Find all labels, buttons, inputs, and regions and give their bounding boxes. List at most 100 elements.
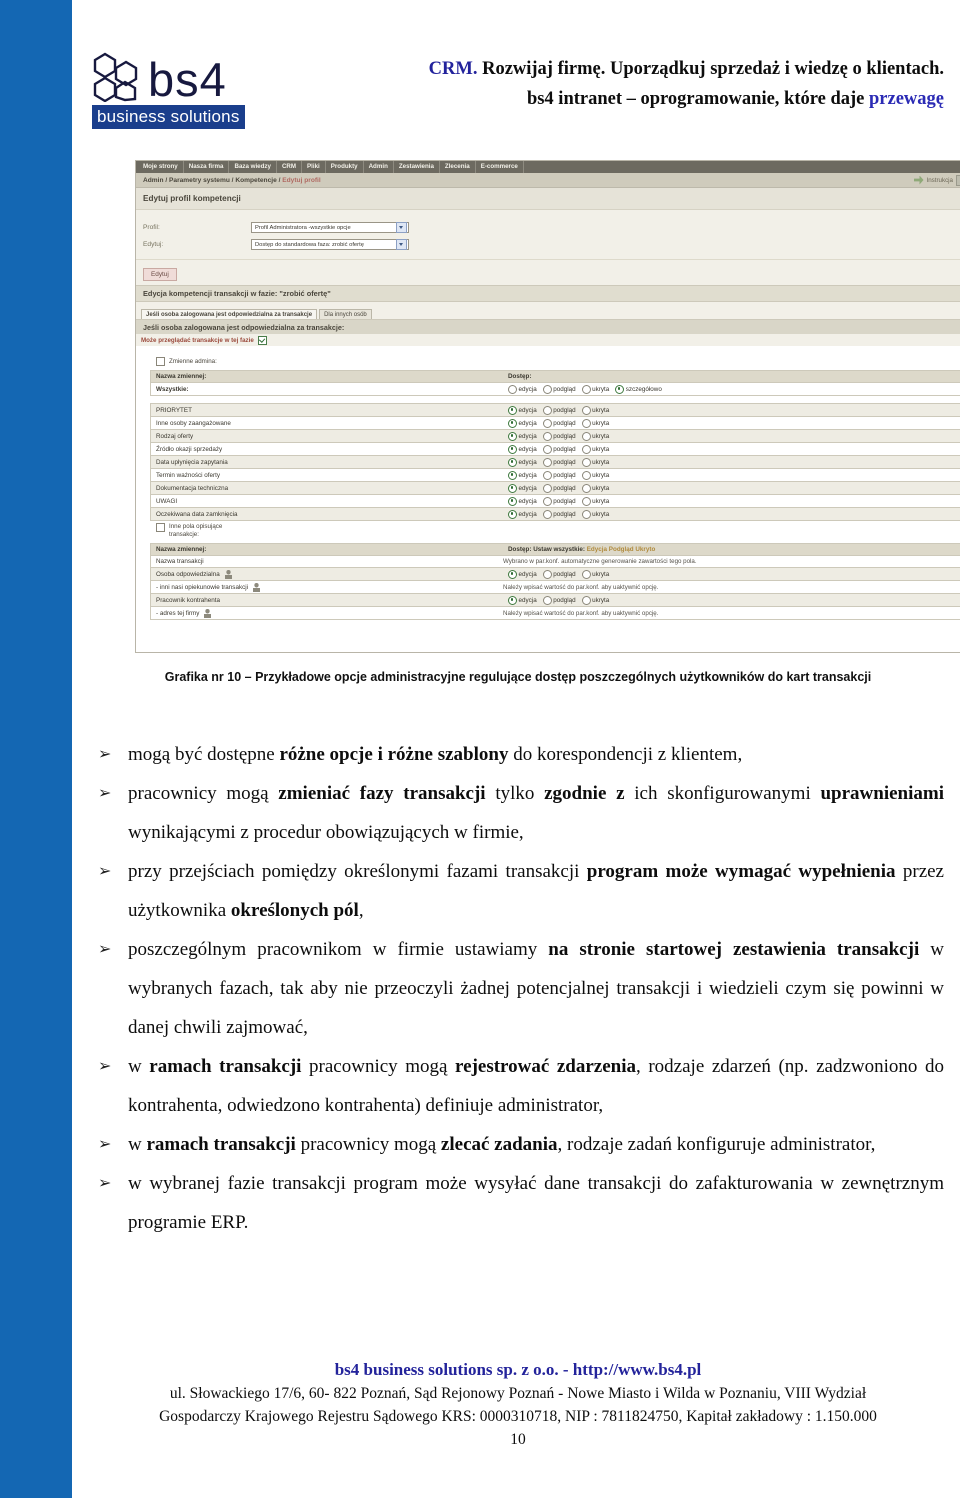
nav-item-crm[interactable]: CRM: [277, 161, 303, 173]
radio-label-podglad: podgląd: [553, 432, 576, 440]
radio-label-podglad: podgląd: [553, 419, 576, 427]
radio-label-podglad: podgląd: [553, 484, 576, 492]
radio-ukryta[interactable]: [581, 405, 591, 415]
seg: , rodzaje zadań konfiguruje administrato…: [557, 1134, 876, 1155]
radio-label-ukryta: ukryta: [592, 497, 610, 505]
nav-item-produkty[interactable]: Produkty: [326, 161, 364, 173]
hexagon-logo-icon: [93, 52, 138, 102]
radio-ukryta[interactable]: [581, 496, 591, 506]
radio-edycja[interactable]: [508, 496, 517, 506]
radio-ukryta[interactable]: [581, 470, 591, 480]
other-fields-checkbox[interactable]: [156, 523, 165, 532]
bullet-text: mogą być dostępne różne opcje i różne sz…: [128, 735, 944, 774]
col-header-access: Dostęp: Ustaw wszystkie: Edycja Podgląd …: [503, 545, 960, 555]
edit-select[interactable]: Dostęp do standardowa faza: zrobić ofert…: [251, 239, 409, 250]
bullet-marker-icon: ➢: [98, 941, 112, 958]
nav-item-admin[interactable]: Admin: [364, 161, 394, 173]
radio-label-ukryta: ukryta: [592, 471, 610, 479]
radio-podglad[interactable]: [542, 470, 552, 480]
radio-podglad[interactable]: [542, 496, 552, 506]
set-all-links[interactable]: Edycja Podgląd Ukryto: [587, 546, 656, 553]
table-row: Nazwa transakcji Wybrano w par.konf. aut…: [151, 556, 960, 568]
app-viewport: Moje strony Nasza firma Baza wiedzy CRM …: [136, 161, 960, 652]
radio-edycja[interactable]: [508, 418, 517, 428]
radio-podglad[interactable]: [542, 418, 552, 428]
nav-item-e-commerce[interactable]: E-commerce: [476, 161, 524, 173]
nav-item-baza-wiedzy[interactable]: Baza wiedzy: [229, 161, 277, 173]
table-row: Pracownik kontrahenta edycja podgląd ukr…: [151, 594, 960, 607]
app-main-navigation[interactable]: Moje strony Nasza firma Baza wiedzy CRM …: [136, 161, 960, 173]
tab-responsible-person[interactable]: Jeśli osoba zalogowana jest odpowiedzial…: [141, 309, 318, 319]
radio-podglad[interactable]: [542, 405, 552, 415]
radio-ukryta[interactable]: [581, 595, 591, 605]
help-area[interactable]: Instrukcja: [913, 174, 960, 186]
profile-select[interactable]: Profil Administratora -wszystkie opcje: [251, 222, 409, 233]
seg: przy przejściach pomiędzy określonymi fa…: [128, 861, 587, 882]
nav-item-nasza-firma[interactable]: Nasza firma: [184, 161, 230, 173]
radio-szczegolowo[interactable]: [615, 384, 625, 394]
radio-ukryta[interactable]: [581, 483, 591, 493]
seg-bold: uprawnieniami: [820, 783, 944, 804]
nav-item-zlecenia[interactable]: Zlecenia: [440, 161, 476, 173]
variable-access: edycja podgląd ukryta: [503, 594, 960, 606]
radio-podglad[interactable]: [542, 483, 552, 493]
radio-edycja[interactable]: [508, 405, 517, 415]
radio-podglad[interactable]: [542, 509, 552, 519]
radio-podglad[interactable]: [542, 431, 552, 441]
print-icon[interactable]: [956, 174, 960, 186]
list-item: ➢ pracownicy mogą zmieniać fazy transakc…: [92, 774, 944, 852]
radio-ukryta[interactable]: [581, 431, 591, 441]
radio-podglad[interactable]: [542, 569, 552, 579]
variable-name: Dokumentacja techniczna: [156, 484, 229, 492]
instrukcja-link[interactable]: Instrukcja: [927, 177, 953, 184]
radio-podglad[interactable]: [542, 444, 552, 454]
radio-label-edycja: edycja: [518, 510, 537, 518]
radio-label-ukryta: ukryta: [592, 484, 610, 492]
tab-other-persons[interactable]: Dla innych osób: [319, 309, 372, 319]
radio-ukryta[interactable]: [581, 384, 591, 394]
variable-name: - inni nasi opiekunowie transakcji: [156, 583, 249, 591]
radio-label-edycja: edycja: [518, 570, 537, 578]
radio-podglad[interactable]: [542, 595, 552, 605]
chevron-down-icon[interactable]: [396, 222, 407, 233]
nav-item-pliki[interactable]: Pliki: [302, 161, 326, 173]
radio-edycja[interactable]: [508, 470, 517, 480]
radio-edycja[interactable]: [508, 457, 517, 467]
page-number: 10: [510, 1431, 526, 1448]
profile-row: Profil: Profil Administratora -wszystkie…: [136, 219, 960, 236]
radio-podglad[interactable]: [542, 384, 552, 394]
radio-edycja[interactable]: [508, 483, 517, 493]
variable-access: edycja podgląd ukryta: [503, 443, 960, 455]
radio-ukryta[interactable]: [581, 418, 591, 428]
breadcrumb[interactable]: Admin / Parametry systemu / Kompetencje …: [143, 177, 321, 184]
chevron-down-icon[interactable]: [396, 239, 407, 250]
radio-ukryta[interactable]: [581, 457, 591, 467]
radio-edycja[interactable]: [508, 509, 517, 519]
radio-podglad[interactable]: [542, 457, 552, 467]
admin-vars-label: Zmienne admina:: [169, 358, 217, 365]
breadcrumb-current: Edytuj profil: [282, 176, 321, 184]
breadcrumb-path[interactable]: Admin / Parametry systemu / Kompetencje …: [143, 177, 282, 184]
radio-edycja[interactable]: [508, 569, 517, 579]
section-header: Edycja kompetencji transakcji w fazie: "…: [136, 285, 960, 302]
admin-vars-checkbox[interactable]: [156, 357, 165, 366]
can-view-checkbox[interactable]: [257, 335, 267, 345]
radio-label-edycja: edycja: [518, 406, 537, 414]
radio-edycja[interactable]: [508, 431, 517, 441]
radio-edycja[interactable]: [508, 444, 517, 454]
radio-edycja[interactable]: [508, 595, 517, 605]
bullet-text: przy przejściach pomiędzy określonymi fa…: [128, 852, 944, 930]
radio-edycja[interactable]: [508, 384, 517, 394]
seg-bold: rejestrować zdarzenia: [455, 1056, 637, 1077]
nav-item-zestawienia[interactable]: Zestawienia: [394, 161, 440, 173]
variable-access: edycja podgląd ukryta: [503, 430, 960, 442]
radio-ukryta[interactable]: [581, 569, 591, 579]
radio-label-ukryta: ukryta: [592, 406, 610, 414]
edytuj-button[interactable]: Edytuj: [143, 268, 177, 281]
radio-ukryta[interactable]: [581, 444, 591, 454]
radio-ukryta[interactable]: [581, 509, 591, 519]
seg-bold: program może wymagać wypełnienia: [586, 861, 896, 882]
footer-company-line: bs4 business solutions sp. z o.o. - http…: [334, 1360, 702, 1379]
nav-item-moje-strony[interactable]: Moje strony: [138, 161, 184, 173]
app-page-title: Edytuj profil kompetencji: [136, 188, 960, 210]
